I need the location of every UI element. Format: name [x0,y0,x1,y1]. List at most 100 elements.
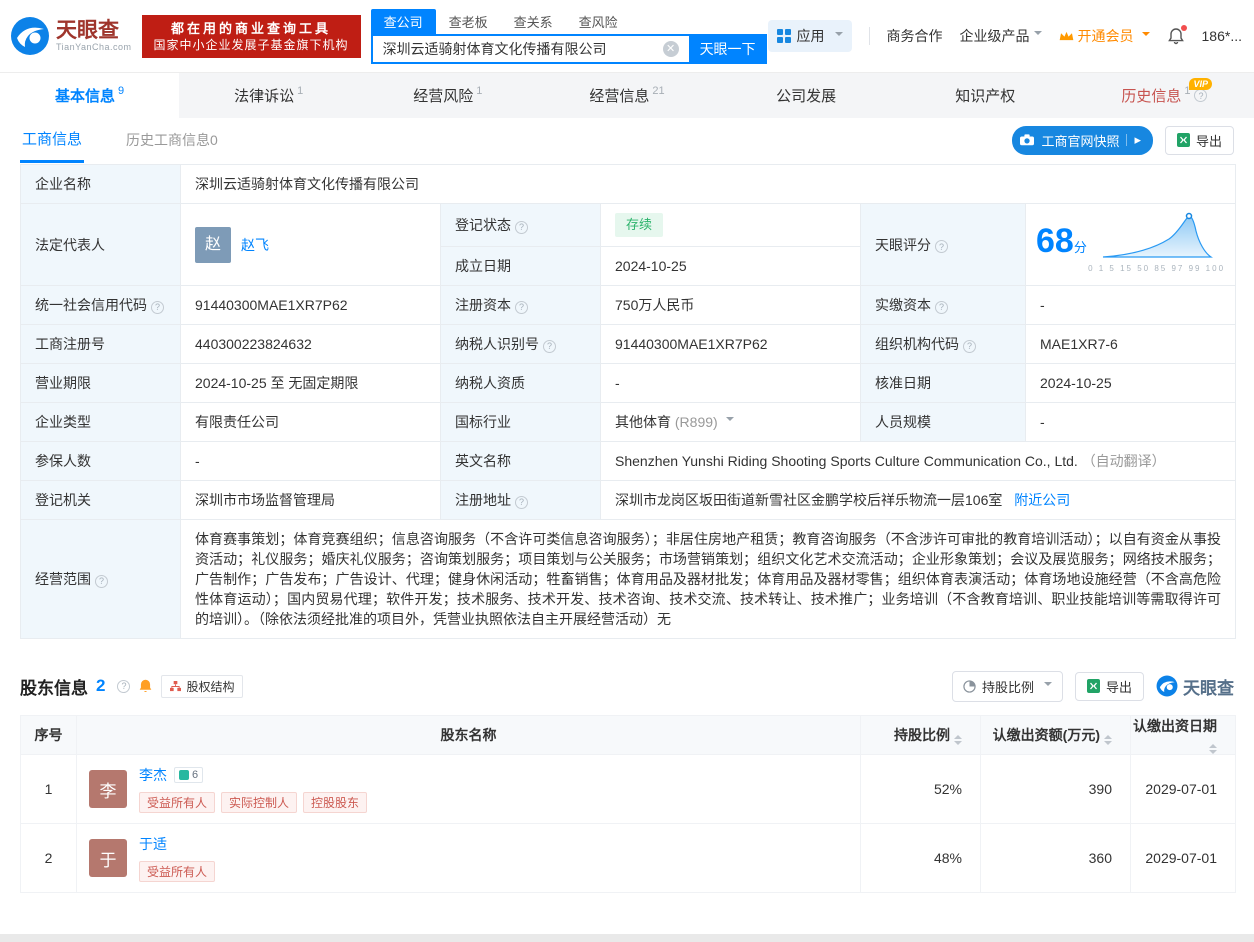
field-value-business-scope: 体育赛事策划；体育竞赛组织；信息咨询服务（不含许可类信息咨询服务）；非居住房地产… [181,520,1236,639]
field-value-establish-date: 2024-10-25 [601,247,861,286]
shareholder-row: 1 李 李杰 6 受益所有人 实际控制 [21,755,1236,824]
help-icon[interactable]: ? [963,340,976,353]
monitor-bell-icon[interactable] [138,678,153,694]
help-icon[interactable]: ? [151,301,164,314]
field-label-paid-capital: 实缴资本? [861,286,1026,325]
divider [1126,134,1127,146]
search-tab-boss[interactable]: 查老板 [436,9,501,34]
search-tab-relation[interactable]: 查关系 [501,9,566,34]
shareholders-export-button[interactable]: 导出 [1075,672,1144,701]
shareholder-name-link[interactable]: 李杰 [139,765,167,785]
column-subscribed-amount[interactable]: 认缴出资额(万元) [981,716,1131,755]
field-label-taxpayer-id: 纳税人识别号? [441,325,601,364]
notifications-bell-icon[interactable] [1167,27,1185,45]
watermark-text: 天眼查 [1183,674,1234,699]
help-icon[interactable]: ? [117,680,130,693]
field-label-org-code: 组织机构代码? [861,325,1026,364]
nearby-companies-link[interactable]: 附近公司 [1014,492,1070,508]
shareholders-title: 股东信息 [20,674,88,699]
help-icon[interactable]: ? [515,496,528,509]
tab-basic-info[interactable]: 基本信息 9 [0,73,179,118]
shareholder-name-link[interactable]: 于适 [139,834,167,854]
official-snapshot-button[interactable]: 工商官网快照 ▸ [1012,126,1153,155]
field-value-business-term: 2024-10-25 至 无固定期限 [181,364,441,403]
tianyancha-logo-icon [1156,675,1178,697]
user-account[interactable]: 186*... [1202,28,1242,44]
shareholder-avatar[interactable]: 李 [89,770,127,808]
field-value-credit-code: 91440300MAE1XR7P62 [181,286,441,325]
nav-cooperation[interactable]: 商务合作 [887,26,943,46]
sort-icon[interactable] [1104,735,1112,745]
tab-history-info[interactable]: VIP 历史信息 1 ? [1075,73,1254,118]
tab-operation-info[interactable]: 经营信息 21 [537,73,716,118]
tab-label: 经营风险 [413,85,473,106]
help-icon[interactable]: ? [935,301,948,314]
clear-search-icon[interactable]: ✕ [663,41,679,57]
notification-dot [1181,25,1187,31]
shareholder-cell: 李 李杰 6 受益所有人 实际控制人 控股股东 [77,755,861,824]
logo[interactable]: 天眼查 TianYanCha.com [10,16,132,56]
chevron-down-icon[interactable] [726,417,734,425]
search-tabs: 查公司 查老板 查关系 查风险 [371,9,767,34]
reg-address-label-text: 注册地址 [455,492,511,508]
chevron-right-icon: ▸ [1134,132,1141,148]
sort-icon[interactable] [1209,744,1217,754]
legal-rep-avatar[interactable]: 赵 [195,227,231,263]
export-label: 导出 [1106,677,1132,696]
tab-label: 知识产权 [955,85,1015,106]
field-value-tyc-score[interactable]: 68分 0 1 5 15 50 85 97 99 100 [1026,204,1236,286]
apps-menu[interactable]: 应用 [768,20,852,52]
field-value-insured: - [181,442,441,481]
search-tab-risk[interactable]: 查风险 [566,9,631,34]
subtab-history-business-info[interactable]: 历史工商信息0 [126,130,218,150]
tag-beneficial-owner: 受益所有人 [139,861,215,882]
score-axis-labels: 0 1 5 15 50 85 97 99 100 [1088,259,1225,279]
search-tab-company[interactable]: 查公司 [371,9,436,34]
sort-icon[interactable] [954,735,962,745]
tag-beneficial-owner: 受益所有人 [139,792,215,813]
chevron-down-icon [1142,32,1150,40]
apps-label: 应用 [797,26,825,46]
export-button[interactable]: 导出 [1165,126,1234,155]
equity-structure-button[interactable]: 股权结构 [161,675,243,698]
help-icon[interactable]: ? [515,221,528,234]
english-name-note: （自动翻译） [1082,453,1166,469]
tab-legal-litigation[interactable]: 法律诉讼 1 [179,73,358,118]
slogan-badge: 都在用的商业查询工具 国家中小企业发展子基金旗下机构 [142,15,361,58]
excel-export-icon [1177,133,1190,147]
field-value-industry[interactable]: 其他体育 (R899) [601,403,861,442]
score-distribution-chart [1101,211,1213,259]
subtab-business-info[interactable]: 工商信息 [20,117,84,163]
help-icon[interactable]: ? [935,240,948,253]
tab-company-development[interactable]: 公司发展 [717,73,896,118]
column-ratio[interactable]: 持股比例 [861,716,981,755]
help-icon[interactable]: ? [515,301,528,314]
shareholder-row: 2 于 于适 受益所有人 48% 360 2029-07-01 [21,824,1236,893]
search-block: 查公司 查老板 查关系 查风险 ✕ 天眼一下 [371,9,767,64]
shareholder-avatar[interactable]: 于 [89,839,127,877]
ratio-filter-dropdown[interactable]: 持股比例 [952,671,1063,702]
pie-icon [963,680,976,693]
help-icon[interactable]: ? [1194,89,1207,102]
tab-operation-risk[interactable]: 经营风险 1 [358,73,537,118]
field-value-org-code: MAE1XR7-6 [1026,325,1236,364]
main-tabs: 基本信息 9 法律诉讼 1 经营风险 1 经营信息 21 公司发展 知识产权 V… [0,72,1254,118]
search-button[interactable]: 天眼一下 [689,34,767,64]
legal-rep-link[interactable]: 赵飞 [241,235,269,255]
shareholders-table: 序号 股东名称 持股比例 认缴出资额(万元) 认缴出资日期 1 李 李杰 [20,715,1236,893]
amount-value: 360 [981,824,1131,893]
help-icon[interactable]: ? [95,575,108,588]
tab-intellectual-property[interactable]: 知识产权 [896,73,1075,118]
nav-enterprise[interactable]: 企业级产品 [960,26,1042,46]
column-subscribed-date[interactable]: 认缴出资日期 [1131,716,1236,755]
nav-membership[interactable]: 开通会员 [1059,26,1150,46]
field-value-approval-date: 2024-10-25 [1026,364,1236,403]
tab-count: 1 [476,85,482,97]
help-icon[interactable]: ? [543,340,556,353]
search-input[interactable] [371,34,689,64]
relations-icon [179,770,189,780]
row-index: 1 [21,755,77,824]
field-value-reg-capital: 750万人民币 [601,286,861,325]
tianyancha-watermark: 天眼查 [1156,674,1234,699]
relations-count-badge[interactable]: 6 [174,767,203,783]
